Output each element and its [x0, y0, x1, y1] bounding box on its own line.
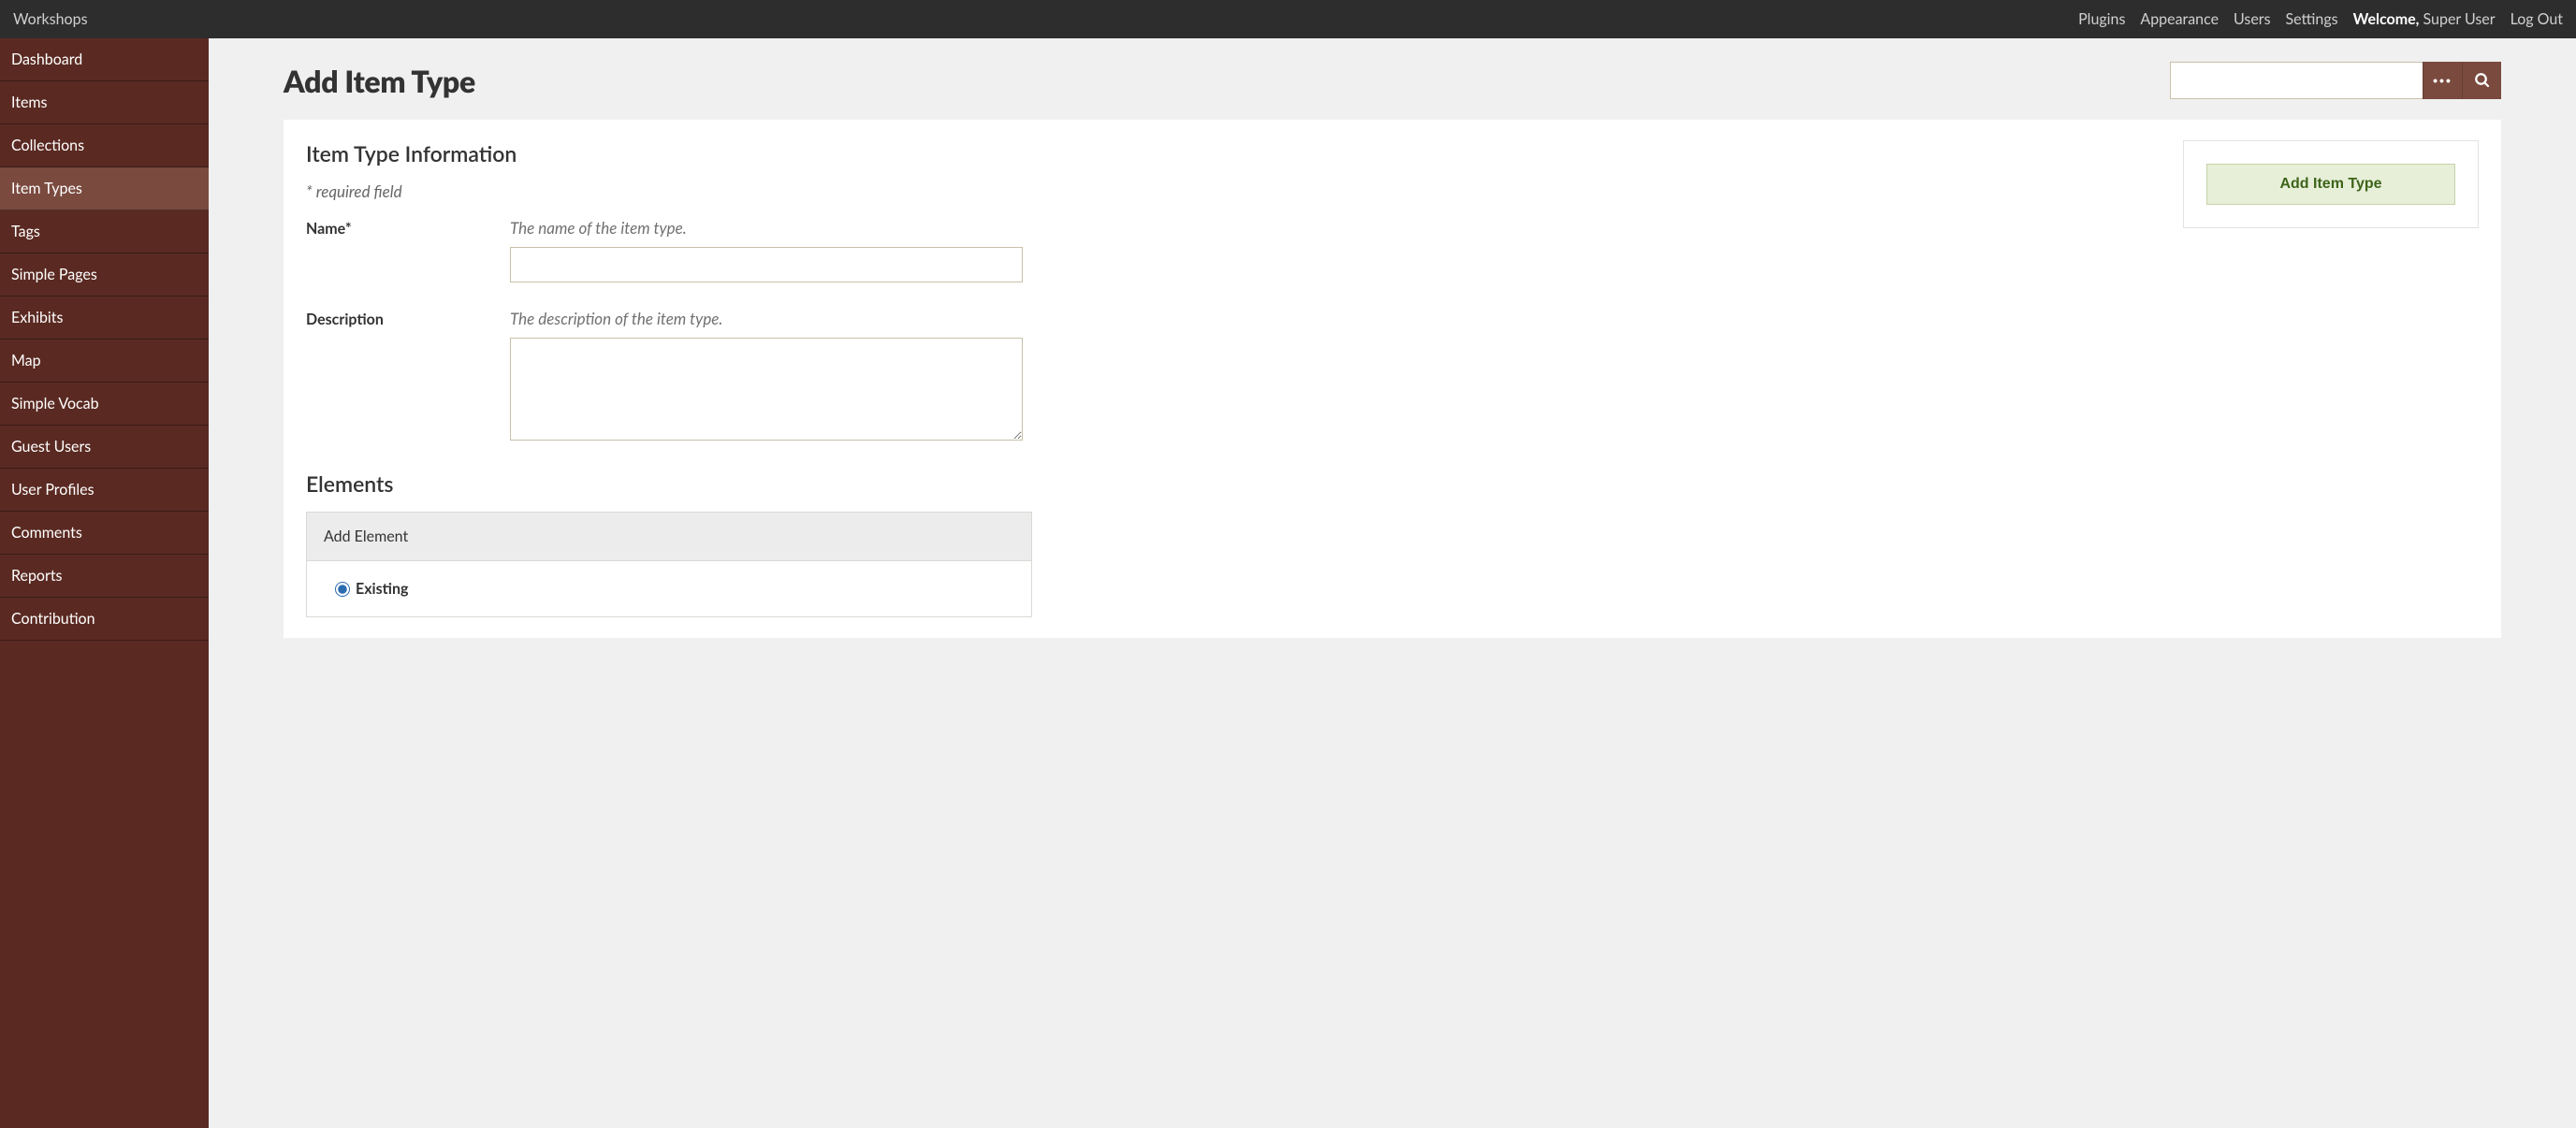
content-header: Add Item Type •••	[209, 38, 2576, 120]
nav-users[interactable]: Users	[2234, 10, 2270, 28]
search-box: •••	[2170, 62, 2501, 99]
description-textarea[interactable]	[510, 338, 1023, 441]
nav-settings[interactable]: Settings	[2286, 10, 2338, 28]
elements-box: Add Element Existing	[306, 512, 1032, 617]
name-hint: The name of the item type.	[510, 218, 1023, 238]
sidebar-item-contribution[interactable]: Contribution	[0, 598, 209, 641]
add-item-type-button[interactable]: Add Item Type	[2206, 164, 2455, 205]
logout-link[interactable]: Log Out	[2511, 10, 2563, 28]
existing-radio-row[interactable]: Existing	[335, 580, 1003, 598]
topbar: Workshops Plugins Appearance Users Setti…	[0, 0, 2576, 38]
sidebar-item-simple-vocab[interactable]: Simple Vocab	[0, 383, 209, 426]
sidebar-item-collections[interactable]: Collections	[0, 124, 209, 167]
sidebar-item-comments[interactable]: Comments	[0, 512, 209, 555]
nav-appearance[interactable]: Appearance	[2140, 10, 2219, 28]
sidebar-item-simple-pages[interactable]: Simple Pages	[0, 253, 209, 296]
sidebar-item-user-profiles[interactable]: User Profiles	[0, 469, 209, 512]
search-input[interactable]	[2170, 62, 2423, 99]
sidebar-item-tags[interactable]: Tags	[0, 210, 209, 253]
search-icon	[2474, 72, 2491, 89]
ellipsis-icon: •••	[2433, 73, 2452, 88]
name-input[interactable]	[510, 247, 1023, 282]
search-advanced-button[interactable]: •••	[2423, 62, 2462, 99]
sidebar-item-items[interactable]: Items	[0, 81, 209, 124]
existing-radio[interactable]	[335, 582, 350, 597]
sidebar-item-exhibits[interactable]: Exhibits	[0, 296, 209, 340]
main-panel: Item Type Information * required field N…	[284, 120, 2501, 638]
existing-radio-label: Existing	[356, 580, 408, 598]
description-hint: The description of the item type.	[510, 309, 1023, 328]
field-description: Description The description of the item …	[306, 309, 2161, 444]
sidebar-item-reports[interactable]: Reports	[0, 555, 209, 598]
required-note: * required field	[306, 181, 2161, 201]
content: Add Item Type ••• Item Type Information …	[209, 38, 2576, 1128]
welcome-label: Welcome,	[2353, 10, 2420, 28]
site-title-link[interactable]: Workshops	[13, 10, 88, 28]
name-label: Name*	[306, 218, 510, 238]
sidebar-item-map[interactable]: Map	[0, 340, 209, 383]
nav-plugins[interactable]: Plugins	[2078, 10, 2125, 28]
page-title: Add Item Type	[284, 63, 475, 99]
description-label: Description	[306, 309, 510, 328]
sidebar-item-item-types[interactable]: Item Types	[0, 167, 209, 210]
field-name: Name* The name of the item type.	[306, 218, 2161, 282]
aside-panel: Add Item Type	[2183, 140, 2479, 228]
welcome-text: Welcome, Super User	[2353, 10, 2496, 28]
sidebar: Dashboard Items Collections Item Types T…	[0, 38, 209, 1128]
elements-heading: Elements	[306, 470, 2161, 497]
add-element-header: Add Element	[307, 513, 1031, 561]
welcome-user: Super User	[2423, 10, 2496, 28]
sidebar-item-dashboard[interactable]: Dashboard	[0, 38, 209, 81]
search-submit-button[interactable]	[2462, 62, 2501, 99]
section-title: Item Type Information	[306, 140, 2161, 166]
sidebar-item-guest-users[interactable]: Guest Users	[0, 426, 209, 469]
